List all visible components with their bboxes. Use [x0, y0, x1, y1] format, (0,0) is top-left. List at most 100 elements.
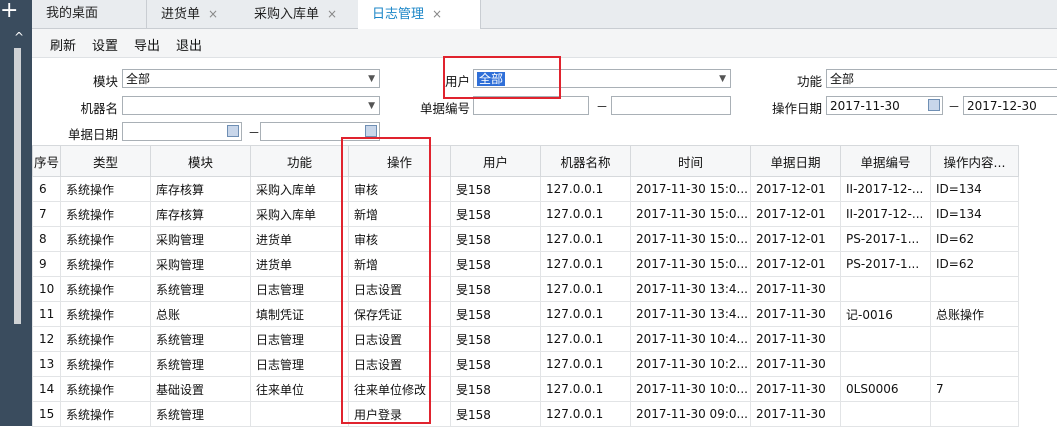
table-cell: 系统操作	[60, 276, 151, 302]
tab-bar: 我的桌面 进货单 × 采购入库单 × 日志管理 ×	[32, 0, 1057, 29]
table-row[interactable]: 7 系统操作 库存核算 采购入库单 新增 旻158 127.0.0.1 2017-11-30 …	[32, 201, 1019, 227]
table-cell: 2017-11-30 09:0...	[630, 401, 751, 427]
scroll-up-icon[interactable]: ^	[14, 30, 24, 44]
table-row[interactable]: 12 系统操作 系统管理 日志管理 日志设置 旻158 127.0.0.1 2017-11-3…	[32, 326, 1019, 352]
chevron-down-icon: ▼	[368, 101, 375, 111]
table-cell: 旻158	[450, 251, 541, 277]
table-cell: 14	[32, 376, 61, 402]
module-select[interactable]: 全部 ▼	[122, 69, 380, 88]
table-cell: 系统操作	[60, 301, 151, 327]
col-header-docdate[interactable]: 单据日期	[750, 145, 841, 177]
table-cell: 旻158	[450, 326, 541, 352]
table-cell: 填制凭证	[250, 301, 349, 327]
table-cell: 系统管理	[150, 351, 251, 377]
col-header-time[interactable]: 时间	[630, 145, 751, 177]
opdate-label: 操作日期	[771, 101, 822, 116]
col-header-function[interactable]: 功能	[250, 145, 349, 177]
machine-label: 机器名	[80, 101, 118, 116]
table-row[interactable]: 8 系统操作 采购管理 进货单 审核 旻158 127.0.0.1 2017-11-30 15…	[32, 226, 1019, 252]
table-row[interactable]: 10 系统操作 系统管理 日志管理 日志设置 旻158 127.0.0.1 2017-11-3…	[32, 276, 1019, 302]
table-cell: 6	[32, 176, 61, 202]
col-header-type[interactable]: 类型	[60, 145, 151, 177]
docno-to-input[interactable]	[611, 96, 731, 115]
toolbar: 刷新 设置 导出 退出	[32, 29, 1057, 58]
table-cell: 系统操作	[60, 376, 151, 402]
table-cell: 127.0.0.1	[540, 201, 631, 227]
refresh-button[interactable]: 刷新	[50, 35, 76, 54]
table-cell: 2017-11-30 13:4...	[630, 276, 751, 302]
opdate-to-input[interactable]: 2017-12-30	[963, 96, 1057, 115]
range-dash: －	[596, 100, 609, 114]
table-cell: 127.0.0.1	[540, 176, 631, 202]
table-cell: 7	[32, 201, 61, 227]
sidebar-scrollbar[interactable]	[14, 48, 21, 324]
table-row[interactable]: 14 系统操作 基础设置 往来单位 往来单位修改 旻158 127.0.0.1 2017-11…	[32, 376, 1019, 402]
table-cell: 7	[930, 376, 1019, 402]
table-cell: 旻158	[450, 351, 541, 377]
chevron-down-icon: ▼	[368, 74, 375, 84]
col-header-content[interactable]: 操作内容...	[930, 145, 1019, 177]
table-cell	[930, 326, 1019, 352]
tab-purchase-receipt[interactable]: 采购入库单 ×	[240, 0, 365, 28]
close-icon[interactable]: ×	[327, 7, 337, 21]
table-cell: 系统操作	[60, 326, 151, 352]
tab-desktop[interactable]: 我的桌面	[32, 0, 147, 28]
col-header-docno[interactable]: 单据编号	[840, 145, 931, 177]
table-body: 6 系统操作 库存核算 采购入库单 审核 旻158 127.0.0.1 2017-11-30 …	[32, 176, 1019, 427]
table-cell: 2017-11-30 10:0...	[630, 376, 751, 402]
table-cell: 2017-12-01	[750, 251, 841, 277]
table-cell: PS-2017-1...	[840, 226, 931, 252]
table-cell: 系统管理	[150, 276, 251, 302]
col-header-machine[interactable]: 机器名称	[540, 145, 631, 177]
table-row[interactable]: 15 系统操作 系统管理 用户登录 旻158 127.0.0.1 2017-11-30 09…	[32, 401, 1019, 427]
table-row[interactable]: 6 系统操作 库存核算 采购入库单 审核 旻158 127.0.0.1 2017-11-30 …	[32, 176, 1019, 202]
close-icon[interactable]: ×	[208, 7, 218, 21]
table-cell: 系统操作	[60, 251, 151, 277]
operation-column-highlight	[341, 137, 431, 424]
add-icon[interactable]: +	[0, 0, 32, 24]
table-cell: 2017-11-30 10:4...	[630, 326, 751, 352]
col-header-index[interactable]: 序号	[32, 145, 61, 177]
tab-purchase-order[interactable]: 进货单 ×	[147, 0, 250, 28]
exit-button[interactable]: 退出	[176, 35, 202, 54]
table-cell: 127.0.0.1	[540, 226, 631, 252]
opdate-from-input[interactable]: 2017-11-30	[826, 96, 943, 115]
table-row[interactable]: 9 系统操作 采购管理 进货单 新增 旻158 127.0.0.1 2017-11-30 15…	[32, 251, 1019, 277]
table-row[interactable]: 11 系统操作 总账 填制凭证 保存凭证 旻158 127.0.0.1 2017-11-30 …	[32, 301, 1019, 327]
table-cell: ID=62	[930, 251, 1019, 277]
docdate-from-input[interactable]	[122, 122, 242, 141]
table-cell	[250, 401, 349, 427]
table-cell: 127.0.0.1	[540, 351, 631, 377]
table-cell: 旻158	[450, 376, 541, 402]
close-icon[interactable]: ×	[432, 7, 442, 21]
table-cell	[840, 351, 931, 377]
table-cell: 2017-11-30	[750, 351, 841, 377]
table-cell: 旻158	[450, 201, 541, 227]
table-cell: 系统管理	[150, 401, 251, 427]
table-cell: 127.0.0.1	[540, 326, 631, 352]
opdate-to-value: 2017-12-30	[967, 99, 1037, 113]
table-cell: 12	[32, 326, 61, 352]
calendar-icon[interactable]	[365, 125, 377, 137]
table-cell: 127.0.0.1	[540, 276, 631, 302]
table-cell: 127.0.0.1	[540, 401, 631, 427]
function-select[interactable]: 全部	[826, 69, 1057, 88]
tab-label: 我的桌面	[46, 6, 99, 21]
settings-button[interactable]: 设置	[92, 35, 118, 54]
col-header-user[interactable]: 用户	[450, 145, 541, 177]
calendar-icon[interactable]	[227, 125, 239, 137]
tab-log-management[interactable]: 日志管理 ×	[358, 0, 481, 29]
machine-select[interactable]: ▼	[122, 96, 380, 115]
table-cell: 旻158	[450, 226, 541, 252]
tab-label: 日志管理	[372, 7, 425, 22]
tab-label: 进货单	[161, 7, 201, 22]
table-row[interactable]: 13 系统操作 系统管理 日志管理 日志设置 旻158 127.0.0.1 2017-11-3…	[32, 351, 1019, 377]
table-cell: 2017-11-30 13:4...	[630, 301, 751, 327]
calendar-icon[interactable]	[928, 99, 940, 111]
export-button[interactable]: 导出	[134, 35, 160, 54]
col-header-module[interactable]: 模块	[150, 145, 251, 177]
table-cell: 2017-11-30 15:0...	[630, 176, 751, 202]
table-cell: ID=134	[930, 176, 1019, 202]
module-label: 模块	[92, 74, 118, 89]
module-value: 全部	[126, 72, 151, 86]
